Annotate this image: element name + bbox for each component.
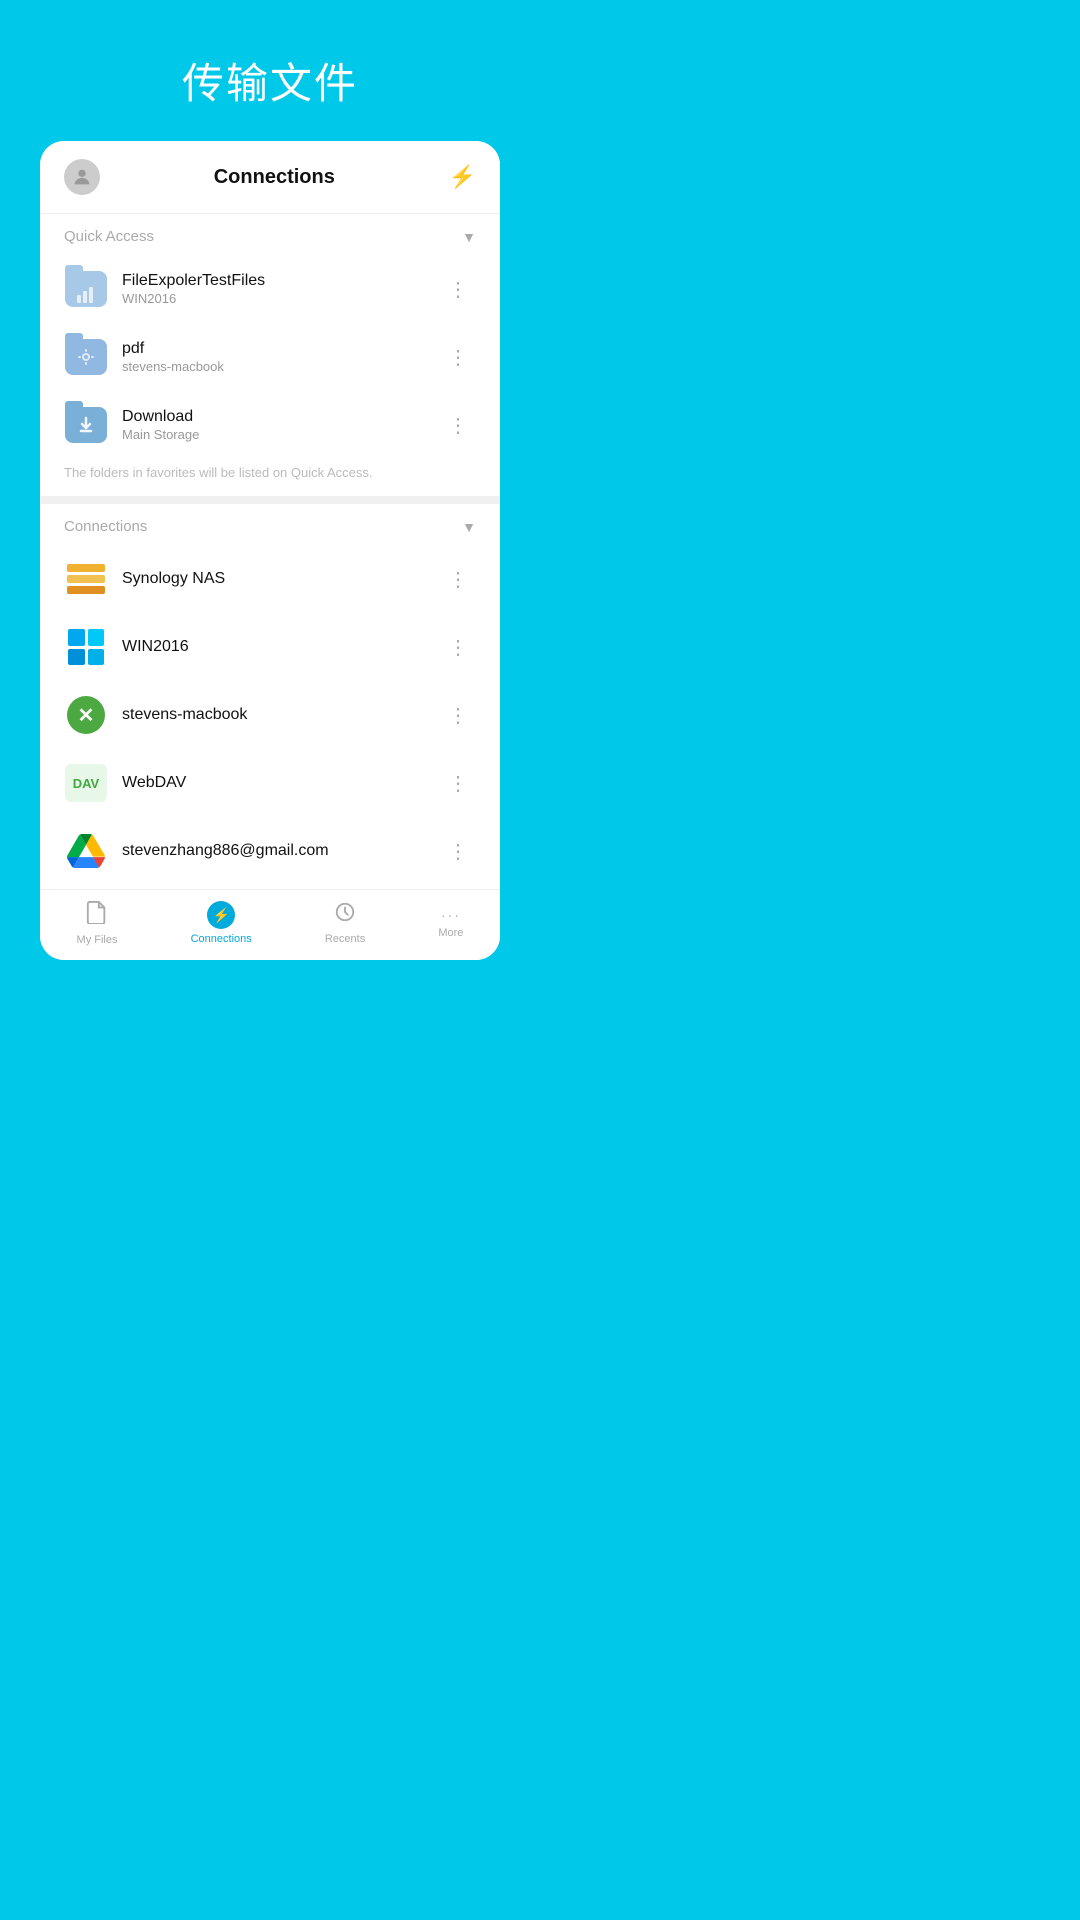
item-text: FileExpolerTestFiles WIN2016: [122, 272, 440, 306]
item-text: Download Main Storage: [122, 408, 440, 442]
item-text: stevenzhang886@gmail.com: [122, 842, 440, 860]
more-options-icon[interactable]: ⋮: [440, 563, 476, 596]
item-name: pdf: [122, 340, 440, 358]
item-sub: WIN2016: [122, 291, 440, 306]
recents-label: Recents: [325, 933, 365, 945]
list-item[interactable]: DAV WebDAV ⋮: [40, 749, 500, 817]
item-text: Synology NAS: [122, 570, 440, 588]
myfiles-icon: [86, 900, 108, 930]
connections-nav-icon: ⚡: [207, 901, 235, 929]
item-name: FileExpolerTestFiles: [122, 272, 440, 290]
more-options-icon[interactable]: ⋮: [440, 341, 476, 374]
item-name: Download: [122, 408, 440, 426]
list-item: pdf stevens-macbook ⋮: [40, 323, 500, 391]
quick-access-chevron-icon: ▼: [462, 229, 476, 245]
list-item[interactable]: stevenzhang886@gmail.com ⋮: [40, 817, 500, 885]
card-header: Connections ⚡: [40, 141, 500, 214]
list-item[interactable]: WIN2016 ⋮: [40, 613, 500, 681]
item-sub: Main Storage: [122, 427, 440, 442]
connections-chevron-icon: ▼: [462, 519, 476, 535]
nav-myfiles[interactable]: My Files: [77, 900, 118, 946]
avatar[interactable]: [64, 159, 100, 195]
item-name: stevenzhang886@gmail.com: [122, 842, 440, 860]
more-options-icon[interactable]: ⋮: [440, 631, 476, 664]
folder-chart-icon: [64, 267, 108, 311]
list-item: FileExpolerTestFiles WIN2016 ⋮: [40, 255, 500, 323]
item-name: stevens-macbook: [122, 706, 440, 724]
divider: [40, 496, 500, 504]
more-label: More: [438, 927, 463, 939]
connections-section-header[interactable]: Connections ▼: [40, 504, 500, 545]
item-text: pdf stevens-macbook: [122, 340, 440, 374]
connections-nav-label: Connections: [191, 933, 252, 945]
folder-download-icon: [64, 403, 108, 447]
quick-access-hint: The folders in favorites will be listed …: [40, 459, 500, 496]
connections-label: Connections: [64, 518, 147, 535]
nav-more[interactable]: ··· More: [438, 907, 463, 939]
dav-icon: DAV: [64, 761, 108, 805]
more-options-icon[interactable]: ⋮: [440, 699, 476, 732]
more-options-icon[interactable]: ⋮: [440, 409, 476, 442]
card-body: Quick Access ▼ FileExpolerTestFiles WIN2…: [40, 214, 500, 889]
folder-settings-icon: [64, 335, 108, 379]
more-icon: ···: [441, 907, 461, 923]
list-item[interactable]: Synology NAS ⋮: [40, 545, 500, 613]
item-sub: stevens-macbook: [122, 359, 440, 374]
main-card: Connections ⚡ Quick Access ▼ FileExpole: [40, 141, 500, 960]
gdrive-icon: [64, 829, 108, 873]
item-text: WebDAV: [122, 774, 440, 792]
bottom-nav: My Files ⚡ Connections Recents ··· More: [40, 889, 500, 960]
item-text: stevens-macbook: [122, 706, 440, 724]
user-icon: [71, 166, 93, 188]
item-text: WIN2016: [122, 638, 440, 656]
list-item[interactable]: jnergy@msn.com ⋮: [40, 885, 500, 889]
list-item: Download Main Storage ⋮: [40, 391, 500, 459]
myfiles-label: My Files: [77, 934, 118, 946]
mac-icon: ✕: [64, 693, 108, 737]
quick-access-label: Quick Access: [64, 228, 154, 245]
nas-icon: [64, 557, 108, 601]
recents-icon: [334, 901, 356, 929]
nav-connections[interactable]: ⚡ Connections: [191, 901, 252, 945]
page-title: 传输文件: [182, 50, 358, 111]
bolt-icon[interactable]: ⚡: [449, 164, 476, 190]
header-title: Connections: [214, 166, 335, 189]
windows-icon: [64, 625, 108, 669]
more-options-icon[interactable]: ⋮: [440, 767, 476, 800]
more-options-icon[interactable]: ⋮: [440, 273, 476, 306]
nav-recents[interactable]: Recents: [325, 901, 365, 945]
item-name: Synology NAS: [122, 570, 440, 588]
item-name: WebDAV: [122, 774, 440, 792]
quick-access-header[interactable]: Quick Access ▼: [40, 214, 500, 255]
list-item[interactable]: ✕ stevens-macbook ⋮: [40, 681, 500, 749]
more-options-icon[interactable]: ⋮: [440, 835, 476, 868]
item-name: WIN2016: [122, 638, 440, 656]
